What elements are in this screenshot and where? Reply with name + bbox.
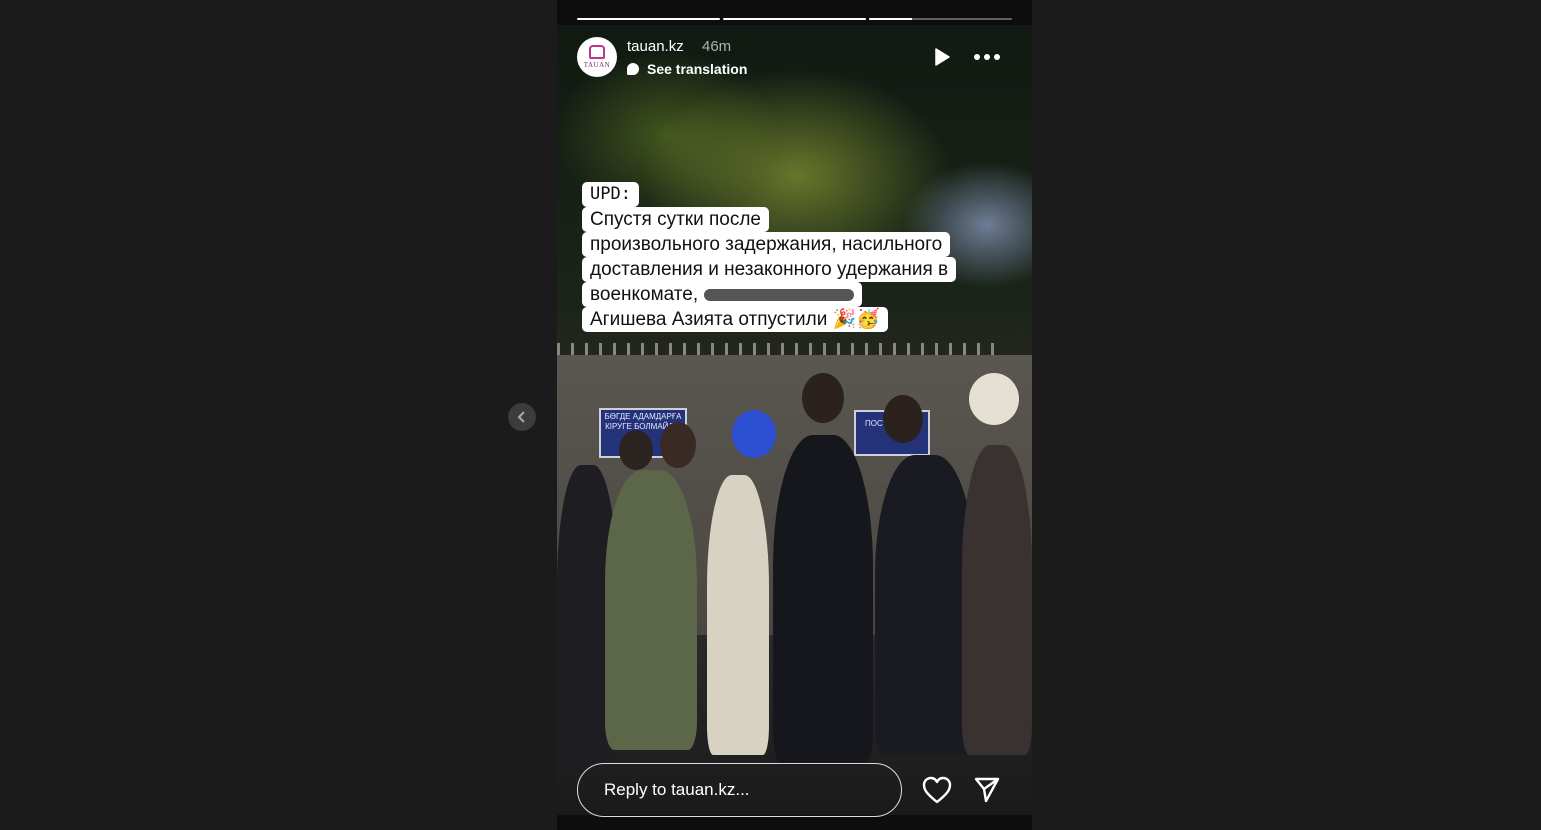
person-head bbox=[619, 430, 653, 470]
previous-story-button[interactable] bbox=[508, 403, 536, 431]
progress-segment bbox=[869, 18, 1012, 20]
caption-line: доставления и незаконного удержания в bbox=[582, 257, 957, 282]
avatar-text: TAUAN bbox=[583, 61, 611, 69]
person bbox=[605, 470, 697, 750]
story-caption: UPD: Спустя сутки после произвольного за… bbox=[582, 182, 957, 332]
blurred-text bbox=[704, 288, 855, 301]
reply-input[interactable]: Reply to tauan.kz... bbox=[577, 763, 902, 817]
person-head bbox=[660, 422, 696, 468]
post-time: 46m bbox=[702, 38, 732, 55]
story-progress bbox=[577, 18, 1012, 21]
person-head bbox=[732, 410, 776, 458]
send-icon[interactable] bbox=[973, 776, 1001, 804]
caption-line: Агишева Азията отпустили 🎉🥳 bbox=[582, 307, 888, 332]
more-icon[interactable] bbox=[973, 52, 1001, 62]
person bbox=[773, 435, 873, 765]
person-head bbox=[883, 395, 923, 443]
heart-icon[interactable] bbox=[922, 776, 952, 804]
caption-line: Спустя сутки после bbox=[582, 207, 769, 232]
avatar-logo-icon bbox=[589, 45, 605, 59]
person-head bbox=[969, 373, 1019, 425]
story-photo: БӨГДЕ АДАМДАРҒА КІРУГЕ БОЛМАЙДЫ ПОСТО...… bbox=[557, 25, 1032, 815]
caption-line: произвольного задержания, насильного bbox=[582, 232, 951, 257]
caption-line: военкомате, bbox=[590, 284, 699, 305]
see-translation-label: See translation bbox=[647, 61, 748, 77]
person bbox=[962, 445, 1032, 755]
progress-segment bbox=[577, 18, 720, 20]
play-icon[interactable] bbox=[933, 48, 951, 66]
person-head bbox=[802, 373, 844, 423]
person bbox=[875, 455, 975, 755]
caption-upd: UPD: bbox=[582, 182, 639, 207]
see-translation-button[interactable]: See translation bbox=[627, 61, 747, 77]
translation-bubble-icon bbox=[627, 63, 639, 75]
person bbox=[707, 475, 769, 755]
progress-segment bbox=[723, 18, 866, 20]
caption-line-with-blur: военкомате, bbox=[582, 282, 863, 307]
avatar[interactable]: TAUAN bbox=[577, 37, 617, 77]
chevron-left-icon bbox=[517, 411, 525, 423]
username-link[interactable]: tauan.kz bbox=[627, 38, 684, 55]
story-viewer: БӨГДЕ АДАМДАРҒА КІРУГЕ БОЛМАЙДЫ ПОСТО...… bbox=[557, 0, 1032, 830]
